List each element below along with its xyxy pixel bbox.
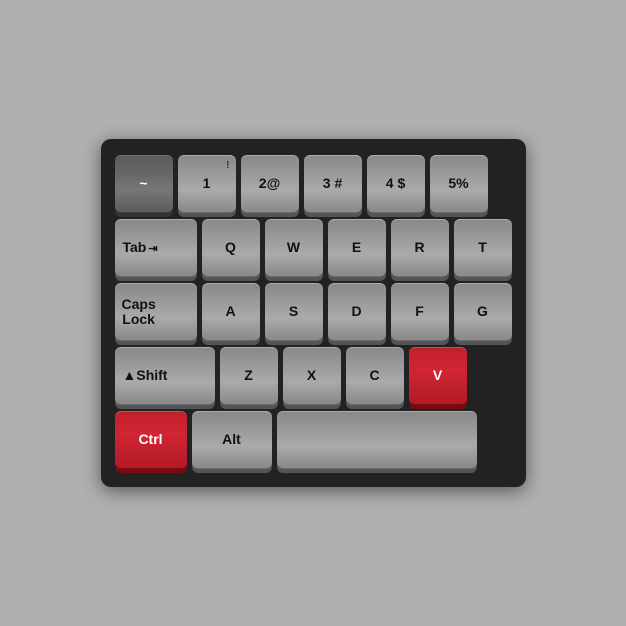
key-w[interactable]: W [265,219,323,277]
row-bottom: Ctrl Alt [115,411,512,469]
key-t-label: T [478,240,487,255]
key-tab[interactable]: Tab⇥ [115,219,197,277]
key-3-label: 3 # [323,176,342,191]
key-shift[interactable]: ▲Shift [115,347,215,405]
key-capslock[interactable]: CapsLock [115,283,197,341]
key-g[interactable]: G [454,283,512,341]
key-f-label: F [415,304,424,319]
key-2[interactable]: 2@ [241,155,299,213]
row-qwerty: Tab⇥ Q W E R T [115,219,512,277]
key-4[interactable]: 4 $ [367,155,425,213]
key-a-label: A [225,304,235,319]
key-1[interactable]: 1 ! [178,155,236,213]
key-tab-label: Tab⇥ [123,240,158,255]
key-ctrl-label: Ctrl [138,432,162,447]
key-c[interactable]: C [346,347,404,405]
key-t[interactable]: T [454,219,512,277]
key-1-label: 1 [203,176,211,191]
key-tilde-label: ~ [139,176,147,191]
key-q[interactable]: Q [202,219,260,277]
key-ctrl[interactable]: Ctrl [115,411,187,469]
key-f[interactable]: F [391,283,449,341]
key-a[interactable]: A [202,283,260,341]
key-s[interactable]: S [265,283,323,341]
key-5-label: 5% [448,176,468,191]
key-s-label: S [289,304,298,319]
key-tilde[interactable]: ~ [115,155,173,213]
key-capslock-label: CapsLock [122,297,156,328]
key-2-label: 2@ [259,176,280,191]
row-tilde: ~ 1 ! 2@ 3 # 4 $ 5% [115,155,512,213]
key-space[interactable] [277,411,477,469]
row-zxcv: ▲Shift Z X C V [115,347,512,405]
key-z[interactable]: Z [220,347,278,405]
key-alt[interactable]: Alt [192,411,272,469]
row-asdf: CapsLock A S D F G [115,283,512,341]
key-w-label: W [287,240,300,255]
key-5[interactable]: 5% [430,155,488,213]
key-d-label: D [351,304,361,319]
key-g-label: G [477,304,488,319]
key-x[interactable]: X [283,347,341,405]
key-x-label: X [307,368,316,383]
key-d[interactable]: D [328,283,386,341]
key-v-label: V [433,368,442,383]
key-v[interactable]: V [409,347,467,405]
key-q-label: Q [225,240,236,255]
key-e[interactable]: E [328,219,386,277]
key-1-sublabel: ! [226,160,229,171]
key-3[interactable]: 3 # [304,155,362,213]
key-4-label: 4 $ [386,176,405,191]
key-alt-label: Alt [222,432,241,447]
key-z-label: Z [244,368,253,383]
key-r-label: R [414,240,424,255]
key-e-label: E [352,240,361,255]
key-r[interactable]: R [391,219,449,277]
key-c-label: C [369,368,379,383]
key-shift-label: ▲Shift [123,368,168,383]
keyboard: ~ 1 ! 2@ 3 # 4 $ 5% Tab⇥ Q W E [101,139,526,487]
